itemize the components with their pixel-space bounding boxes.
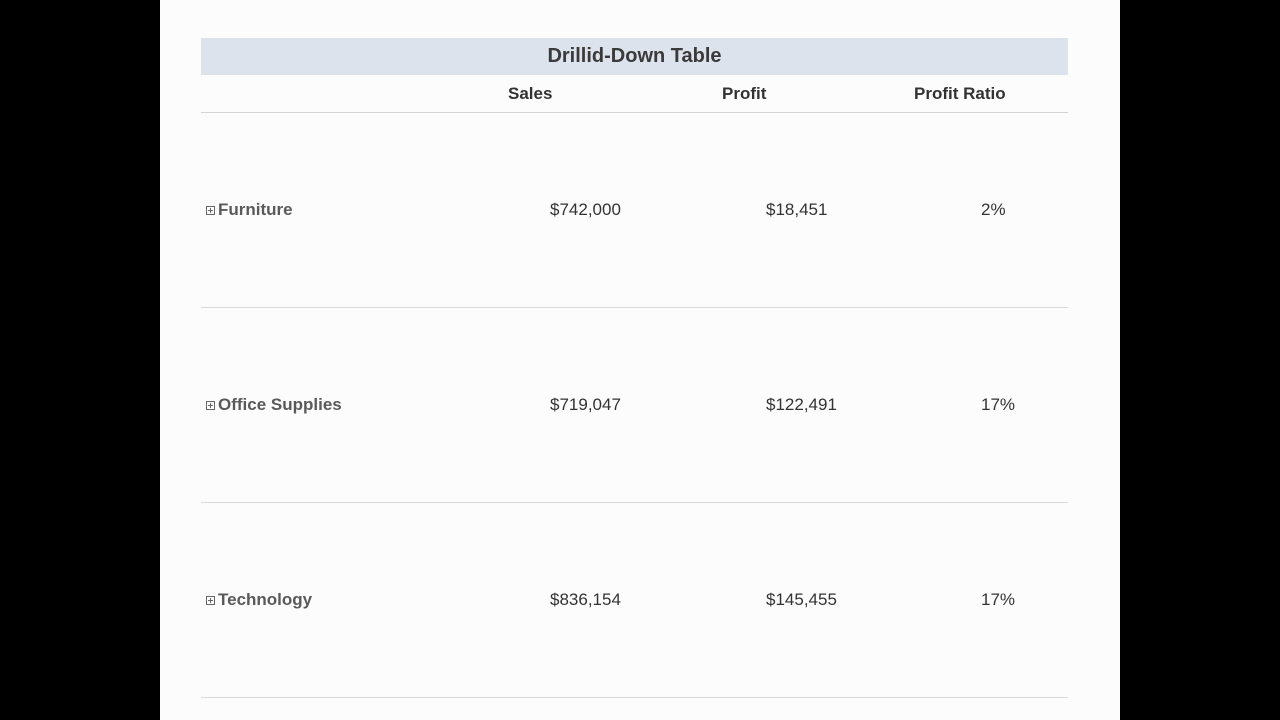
expand-plus-icon[interactable] bbox=[206, 205, 215, 215]
table-row: Furniture $742,000 $18,451 2% bbox=[201, 113, 1068, 308]
profit-value: $145,455 bbox=[766, 590, 837, 609]
category-label: Technology bbox=[218, 590, 313, 609]
table-title: Drillid-Down Table bbox=[201, 38, 1068, 75]
profit-value: $122,491 bbox=[766, 395, 837, 414]
column-header-profit-ratio[interactable]: Profit Ratio bbox=[914, 84, 1006, 104]
expand-plus-icon[interactable] bbox=[206, 400, 215, 410]
row-label-technology[interactable]: Technology bbox=[206, 590, 312, 610]
profit-ratio-value: 2% bbox=[981, 200, 1006, 219]
row-label-office-supplies[interactable]: Office Supplies bbox=[206, 395, 342, 415]
column-header-profit[interactable]: Profit bbox=[722, 84, 766, 104]
category-label: Furniture bbox=[218, 200, 293, 219]
profit-value: $18,451 bbox=[766, 200, 828, 219]
profit-ratio-value: 17% bbox=[981, 590, 1016, 609]
profit-ratio-value: 17% bbox=[981, 395, 1016, 414]
expand-plus-icon[interactable] bbox=[206, 595, 215, 605]
category-label: Office Supplies bbox=[218, 395, 342, 414]
row-label-furniture[interactable]: Furniture bbox=[206, 200, 293, 220]
dashboard-page: Drillid-Down Table Sales Profit Profit R… bbox=[160, 0, 1120, 720]
sales-value: $719,047 bbox=[550, 395, 621, 414]
table-row: Office Supplies $719,047 $122,491 17% bbox=[201, 308, 1068, 503]
table-header-row: Sales Profit Profit Ratio bbox=[201, 76, 1068, 113]
column-header-sales[interactable]: Sales bbox=[508, 84, 552, 104]
sales-value: $836,154 bbox=[550, 590, 621, 609]
table-row: Technology $836,154 $145,455 17% bbox=[201, 503, 1068, 698]
sales-value: $742,000 bbox=[550, 200, 621, 219]
